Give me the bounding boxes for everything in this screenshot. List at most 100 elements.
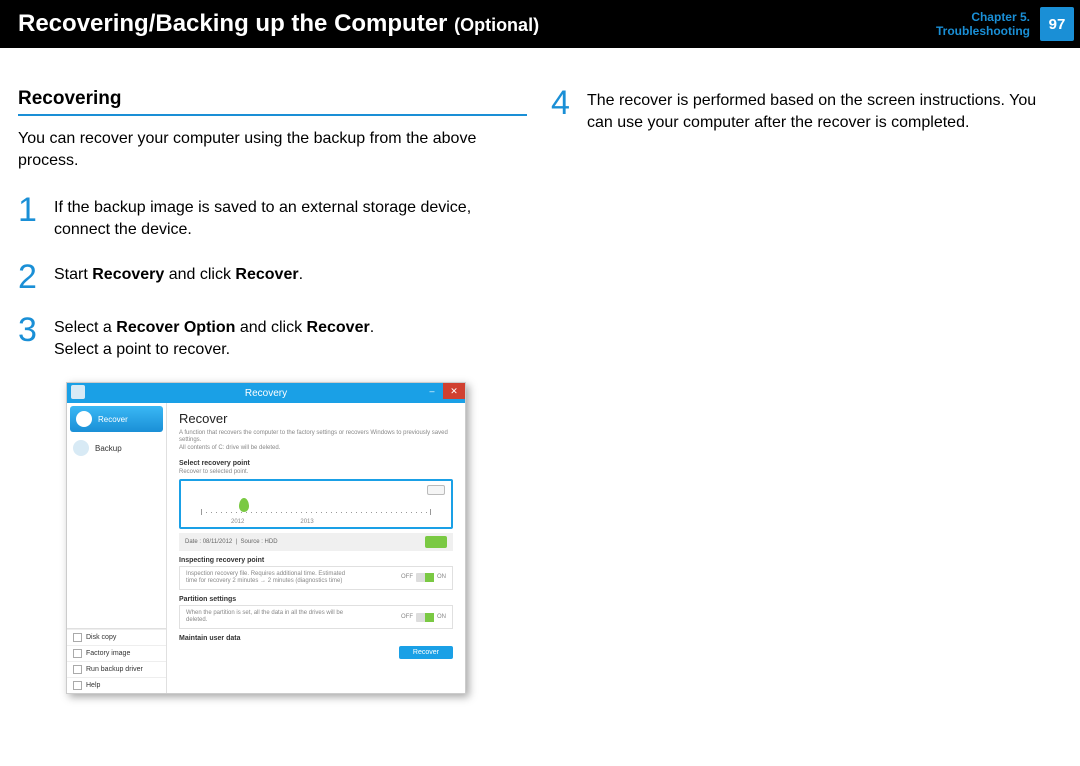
step-body: Select a Recover Option and click Recove… <box>54 315 374 360</box>
row-text: Inspection recovery file. Requires addit… <box>186 571 356 585</box>
page-title: Recovering/Backing up the Computer (Opti… <box>18 10 539 38</box>
recovery-app-window: Recovery – ✕ Recover Backup <box>66 382 466 694</box>
step-1: 1 If the backup image is saved to an ext… <box>18 195 527 240</box>
sidebar-item-label: Recover <box>98 415 128 424</box>
inspect-toggle[interactable]: OFF ON <box>401 573 446 582</box>
recover-heading: Recover <box>179 411 453 426</box>
timeline-years: 2012 2013 <box>231 519 314 525</box>
disk-copy-icon <box>73 633 82 642</box>
title-main: Recovering/Backing up the Computer <box>18 10 447 37</box>
off-label: OFF <box>401 574 413 581</box>
link-label: Run backup driver <box>86 666 143 673</box>
link-label: Factory image <box>86 650 130 657</box>
text: . <box>370 319 374 336</box>
app-titlebar: Recovery – ✕ <box>67 383 465 403</box>
recover-button[interactable]: Recover <box>399 646 453 659</box>
calendar-icon[interactable] <box>427 485 445 495</box>
recovery-info-bar: Date : 08/11/2012 | Source : HDD <box>179 533 453 551</box>
partition-toggle[interactable]: OFF ON <box>401 613 446 622</box>
year-label: 2012 <box>231 519 244 525</box>
sidebar-item-label: Backup <box>95 444 122 453</box>
text: All contents of C: drive will be deleted… <box>179 445 280 451</box>
text: and click <box>235 319 306 336</box>
label: Date : <box>185 539 201 545</box>
minimize-button[interactable]: – <box>421 383 443 399</box>
bold-text: Recover <box>307 319 370 336</box>
sidebar-link-disk-copy[interactable]: Disk copy <box>67 629 166 645</box>
on-label: ON <box>437 574 446 581</box>
text: and click <box>164 266 235 283</box>
app-body: Recover Backup Disk copy Factory image R… <box>67 403 465 693</box>
content-columns: Recovering You can recover your computer… <box>0 48 1080 694</box>
step-body: The recover is performed based on the sc… <box>587 88 1060 133</box>
app-main: Recover A function that recovers the com… <box>167 403 465 693</box>
sidebar-item-recover[interactable]: Recover <box>70 406 163 432</box>
recover-icon <box>76 411 92 427</box>
close-button[interactable]: ✕ <box>443 383 465 399</box>
step-body: Start Recovery and click Recover. <box>54 262 303 293</box>
label: Source : <box>241 539 263 545</box>
page-number-badge: 97 <box>1040 7 1074 41</box>
header-right: Chapter 5. Troubleshooting 97 <box>936 7 1080 41</box>
inspect-row: Inspection recovery file. Requires addit… <box>179 566 453 590</box>
app-sidebar: Recover Backup Disk copy Factory image R… <box>67 403 167 693</box>
step-3: 3 Select a Recover Option and click Reco… <box>18 315 527 360</box>
select-point-sub: Recover to selected point. <box>179 469 453 475</box>
sidebar-bottom: Disk copy Factory image Run backup drive… <box>67 628 166 693</box>
sidebar-item-backup[interactable]: Backup <box>67 435 166 461</box>
off-label: OFF <box>401 614 413 621</box>
bold-text: Recover <box>235 266 298 283</box>
step-number: 1 <box>18 195 42 240</box>
text: Start <box>54 266 92 283</box>
page-header: Recovering/Backing up the Computer (Opti… <box>0 0 1080 48</box>
info-text: Date : 08/11/2012 | Source : HDD <box>185 539 278 545</box>
value: 08/11/2012 <box>203 539 233 545</box>
step-body: If the backup image is saved to an exter… <box>54 195 527 240</box>
row-text: When the partition is set, all the data … <box>186 610 356 624</box>
partition-label: Partition settings <box>179 596 453 603</box>
title-suffix: (Optional) <box>454 15 539 35</box>
window-controls: – ✕ <box>421 383 465 399</box>
select-point-label: Select recovery point <box>179 460 453 467</box>
timeline-pin-icon[interactable] <box>239 498 249 512</box>
text: A function that recovers the computer to… <box>179 430 448 443</box>
intro-text: You can recover your computer using the … <box>18 128 527 171</box>
toggle-switch-icon <box>416 613 434 622</box>
left-column: Recovering You can recover your computer… <box>18 88 527 694</box>
text: Select a <box>54 319 116 336</box>
step-4: 4 The recover is performed based on the … <box>551 88 1060 133</box>
value: HDD <box>265 539 278 545</box>
factory-image-icon <box>73 649 82 658</box>
bold-text: Recovery <box>92 266 164 283</box>
recover-desc: A function that recovers the computer to… <box>179 430 453 452</box>
sidebar-top: Recover Backup <box>67 403 166 628</box>
step-number: 3 <box>18 315 42 360</box>
chapter-box: Chapter 5. Troubleshooting <box>936 10 1030 39</box>
partition-row: When the partition is set, all the data … <box>179 605 453 629</box>
link-label: Help <box>86 682 100 689</box>
toggle-switch-icon <box>416 573 434 582</box>
recovery-timeline[interactable]: 2012 2013 <box>179 479 453 529</box>
help-icon <box>73 681 82 690</box>
sidebar-link-help[interactable]: Help <box>67 677 166 693</box>
backup-icon <box>73 440 89 456</box>
step-number: 2 <box>18 262 42 293</box>
chapter-line2: Troubleshooting <box>936 24 1030 38</box>
step-2: 2 Start Recovery and click Recover. <box>18 262 527 293</box>
year-label: 2013 <box>300 519 313 525</box>
text: . <box>299 266 303 283</box>
bold-text: Recover Option <box>116 319 235 336</box>
step-number: 4 <box>551 88 575 133</box>
run-driver-icon <box>73 665 82 674</box>
sidebar-link-run-backup-driver[interactable]: Run backup driver <box>67 661 166 677</box>
text: Select a point to recover. <box>54 339 374 361</box>
timeline-track <box>201 512 431 513</box>
section-title: Recovering <box>18 88 527 116</box>
app-icon <box>71 385 85 399</box>
info-action-button[interactable] <box>425 536 447 548</box>
sidebar-link-factory-image[interactable]: Factory image <box>67 645 166 661</box>
chapter-line1: Chapter 5. <box>936 10 1030 24</box>
right-column: 4 The recover is performed based on the … <box>551 88 1060 694</box>
app-title: Recovery <box>245 388 287 399</box>
maintain-label: Maintain user data <box>179 635 453 642</box>
